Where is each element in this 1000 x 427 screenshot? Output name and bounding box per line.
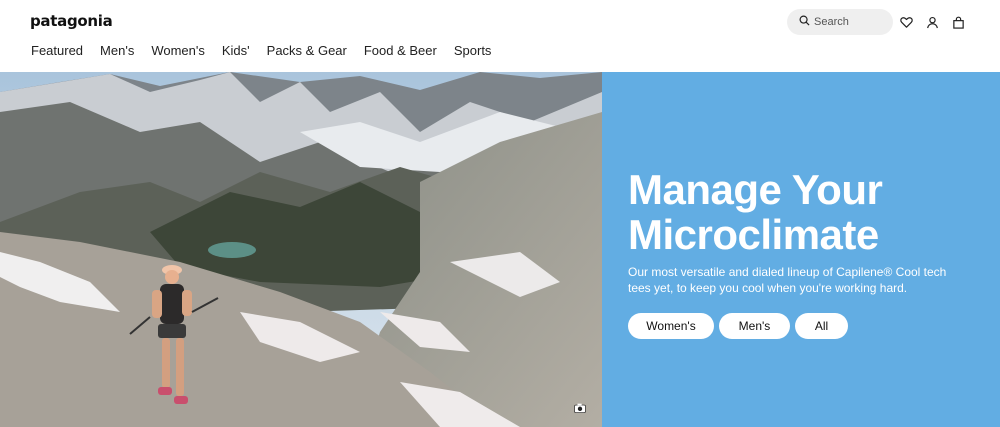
search-box[interactable]	[787, 9, 893, 35]
mountain-scene-image	[0, 72, 602, 427]
nav-item-kids[interactable]: Kids'	[222, 43, 250, 58]
camera-icon[interactable]	[572, 401, 588, 415]
main-nav: Featured Men's Women's Kids' Packs & Gea…	[31, 43, 508, 58]
hero-headline: Manage Your Microclimate	[628, 166, 883, 258]
shop-mens-button[interactable]: Men's	[719, 313, 790, 339]
patagonia-logo[interactable]: patagonia	[30, 12, 113, 30]
nav-item-food-beer[interactable]: Food & Beer	[364, 43, 437, 58]
hero-panel: Manage Your Microclimate Our most versat…	[602, 72, 1000, 427]
search-icon	[799, 13, 810, 31]
user-icon[interactable]	[924, 14, 940, 30]
site-header: patagonia Featured Men's Women's Kids' P…	[0, 0, 1000, 72]
search-input[interactable]	[814, 16, 884, 28]
hero-image	[0, 72, 602, 427]
nav-item-sports[interactable]: Sports	[454, 43, 492, 58]
heart-icon[interactable]	[898, 14, 914, 30]
shop-womens-button[interactable]: Women's	[628, 313, 714, 339]
nav-item-featured[interactable]: Featured	[31, 43, 83, 58]
nav-item-womens[interactable]: Women's	[151, 43, 205, 58]
shop-all-button[interactable]: All	[795, 313, 848, 339]
nav-item-mens[interactable]: Men's	[100, 43, 134, 58]
bag-icon[interactable]	[950, 14, 966, 30]
hero-button-group: Women's Men's All	[628, 313, 848, 339]
nav-item-packs-gear[interactable]: Packs & Gear	[267, 43, 347, 58]
hero-subtext: Our most versatile and dialed lineup of …	[628, 265, 947, 295]
